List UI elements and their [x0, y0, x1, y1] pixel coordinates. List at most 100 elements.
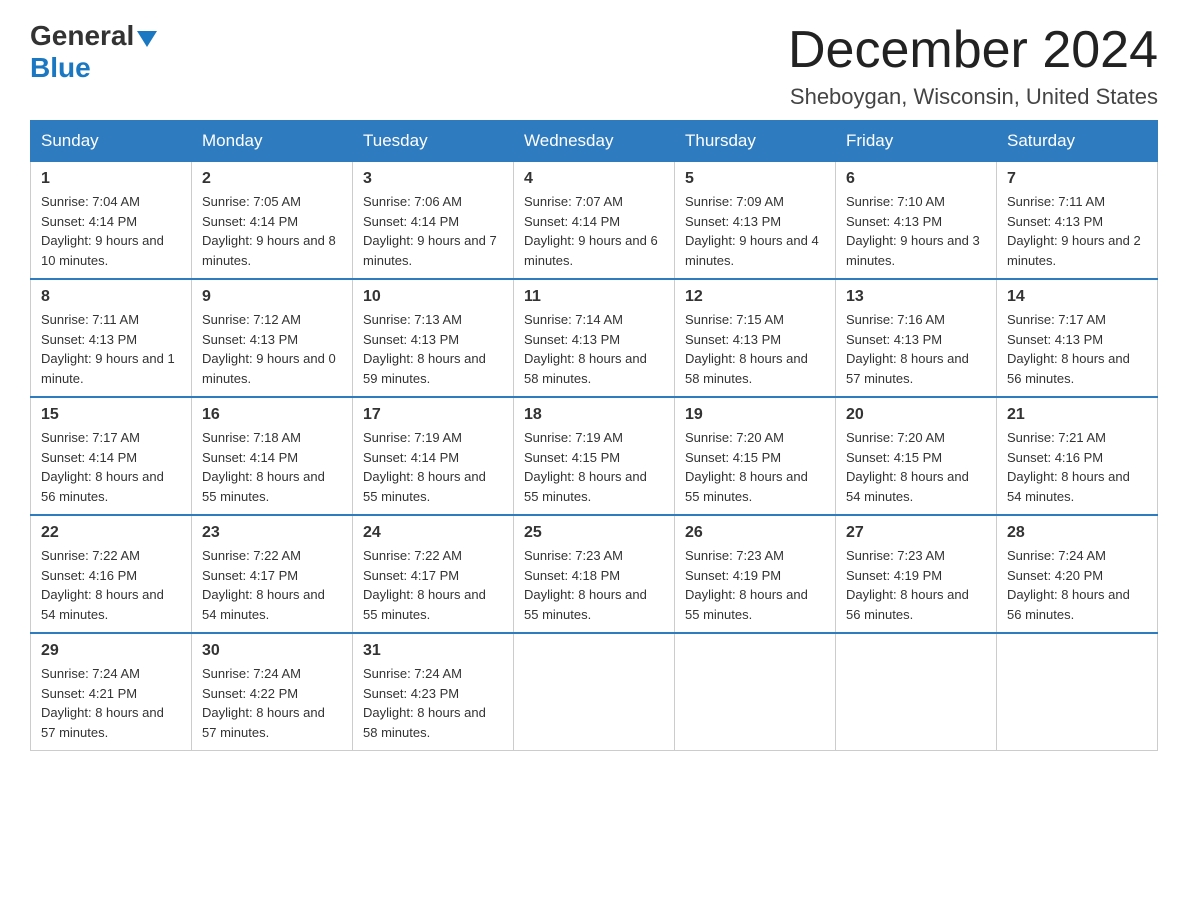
day-info: Sunrise: 7:23 AMSunset: 4:19 PMDaylight:…: [685, 546, 825, 624]
day-number: 13: [846, 288, 986, 306]
day-info: Sunrise: 7:22 AMSunset: 4:16 PMDaylight:…: [41, 546, 181, 624]
day-info: Sunrise: 7:24 AMSunset: 4:23 PMDaylight:…: [363, 664, 503, 742]
calendar-table: Sunday Monday Tuesday Wednesday Thursday…: [30, 120, 1158, 751]
header-thursday: Thursday: [675, 121, 836, 162]
day-info: Sunrise: 7:16 AMSunset: 4:13 PMDaylight:…: [846, 310, 986, 388]
calendar-cell: 22Sunrise: 7:22 AMSunset: 4:16 PMDayligh…: [31, 515, 192, 633]
calendar-cell: 31 Sunrise: 7:24 AMSunset: 4:23 PMDayligh…: [353, 633, 514, 751]
day-info: Sunrise: 7:14 AMSunset: 4:13 PMDaylight:…: [524, 310, 664, 388]
day-number: 11: [524, 288, 664, 306]
calendar-cell: 23 Sunrise: 7:22 AMSunset: 4:17 PMDayligh…: [192, 515, 353, 633]
header-row: Sunday Monday Tuesday Wednesday Thursday…: [31, 121, 1158, 162]
calendar-cell: 26 Sunrise: 7:23 AMSunset: 4:19 PMDayligh…: [675, 515, 836, 633]
day-number: 29: [41, 642, 181, 660]
calendar-week-5: 29 Sunrise: 7:24 AMSunset: 4:21 PMDayligh…: [31, 633, 1158, 751]
day-number: 30: [202, 642, 342, 660]
calendar-cell: 6Sunrise: 7:10 AMSunset: 4:13 PMDaylight…: [836, 162, 997, 280]
day-number: 23: [202, 524, 342, 542]
day-number: 27: [846, 524, 986, 542]
logo-triangle-icon: [137, 31, 157, 47]
calendar-cell: 17 Sunrise: 7:19 AMSunset: 4:14 PMDayligh…: [353, 397, 514, 515]
day-info: Sunrise: 7:23 AMSunset: 4:18 PMDaylight:…: [524, 546, 664, 624]
day-number: 2: [202, 170, 342, 188]
day-info: Sunrise: 7:09 AMSunset: 4:13 PMDaylight:…: [685, 192, 825, 270]
day-number: 9: [202, 288, 342, 306]
day-info: Sunrise: 7:10 AMSunset: 4:13 PMDaylight:…: [846, 192, 986, 270]
calendar-cell: 12 Sunrise: 7:15 AMSunset: 4:13 PMDayligh…: [675, 279, 836, 397]
day-number: 5: [685, 170, 825, 188]
day-number: 24: [363, 524, 503, 542]
day-number: 31: [363, 642, 503, 660]
title-block: December 2024 Sheboygan, Wisconsin, Unit…: [788, 20, 1158, 110]
calendar-cell: 4Sunrise: 7:07 AMSunset: 4:14 PMDaylight…: [514, 162, 675, 280]
calendar-cell: 2 Sunrise: 7:05 AMSunset: 4:14 PMDaylight…: [192, 162, 353, 280]
day-number: 20: [846, 406, 986, 424]
calendar-cell: 30 Sunrise: 7:24 AMSunset: 4:22 PMDayligh…: [192, 633, 353, 751]
calendar-cell: [675, 633, 836, 751]
day-info: Sunrise: 7:11 AMSunset: 4:13 PMDaylight:…: [1007, 192, 1147, 270]
day-info: Sunrise: 7:23 AMSunset: 4:19 PMDaylight:…: [846, 546, 986, 624]
day-info: Sunrise: 7:17 AMSunset: 4:13 PMDaylight:…: [1007, 310, 1147, 388]
day-number: 16: [202, 406, 342, 424]
day-info: Sunrise: 7:24 AMSunset: 4:21 PMDaylight:…: [41, 664, 181, 742]
page-header: General Blue December 2024 Sheboygan, Wi…: [30, 20, 1158, 110]
calendar-cell: 21Sunrise: 7:21 AMSunset: 4:16 PMDayligh…: [997, 397, 1158, 515]
day-info: Sunrise: 7:04 AMSunset: 4:14 PMDaylight:…: [41, 192, 181, 270]
calendar-header: Sunday Monday Tuesday Wednesday Thursday…: [31, 121, 1158, 162]
logo-blue-text: Blue: [30, 52, 91, 83]
day-info: Sunrise: 7:19 AMSunset: 4:14 PMDaylight:…: [363, 428, 503, 506]
day-info: Sunrise: 7:18 AMSunset: 4:14 PMDaylight:…: [202, 428, 342, 506]
day-number: 28: [1007, 524, 1147, 542]
day-number: 8: [41, 288, 181, 306]
day-info: Sunrise: 7:24 AMSunset: 4:22 PMDaylight:…: [202, 664, 342, 742]
day-number: 3: [363, 170, 503, 188]
calendar-cell: 27 Sunrise: 7:23 AMSunset: 4:19 PMDayligh…: [836, 515, 997, 633]
day-info: Sunrise: 7:19 AMSunset: 4:15 PMDaylight:…: [524, 428, 664, 506]
day-number: 15: [41, 406, 181, 424]
day-info: Sunrise: 7:20 AMSunset: 4:15 PMDaylight:…: [846, 428, 986, 506]
logo: General Blue: [30, 20, 157, 84]
calendar-cell: 14 Sunrise: 7:17 AMSunset: 4:13 PMDayligh…: [997, 279, 1158, 397]
day-number: 14: [1007, 288, 1147, 306]
day-number: 19: [685, 406, 825, 424]
header-sunday: Sunday: [31, 121, 192, 162]
calendar-title: December 2024: [788, 20, 1158, 80]
day-info: Sunrise: 7:06 AMSunset: 4:14 PMDaylight:…: [363, 192, 503, 270]
day-info: Sunrise: 7:05 AMSunset: 4:14 PMDaylight:…: [202, 192, 342, 270]
day-number: 26: [685, 524, 825, 542]
header-saturday: Saturday: [997, 121, 1158, 162]
day-info: Sunrise: 7:21 AMSunset: 4:16 PMDaylight:…: [1007, 428, 1147, 506]
day-info: Sunrise: 7:12 AMSunset: 4:13 PMDaylight:…: [202, 310, 342, 388]
day-info: Sunrise: 7:22 AMSunset: 4:17 PMDaylight:…: [202, 546, 342, 624]
calendar-cell: 13 Sunrise: 7:16 AMSunset: 4:13 PMDayligh…: [836, 279, 997, 397]
calendar-cell: 24 Sunrise: 7:22 AMSunset: 4:17 PMDayligh…: [353, 515, 514, 633]
calendar-subtitle: Sheboygan, Wisconsin, United States: [788, 84, 1158, 110]
day-info: Sunrise: 7:11 AMSunset: 4:13 PMDaylight:…: [41, 310, 181, 388]
day-number: 25: [524, 524, 664, 542]
calendar-cell: 20 Sunrise: 7:20 AMSunset: 4:15 PMDayligh…: [836, 397, 997, 515]
day-info: Sunrise: 7:20 AMSunset: 4:15 PMDaylight:…: [685, 428, 825, 506]
day-info: Sunrise: 7:22 AMSunset: 4:17 PMDaylight:…: [363, 546, 503, 624]
day-info: Sunrise: 7:15 AMSunset: 4:13 PMDaylight:…: [685, 310, 825, 388]
calendar-cell: 9 Sunrise: 7:12 AMSunset: 4:13 PMDaylight…: [192, 279, 353, 397]
calendar-cell: 15 Sunrise: 7:17 AMSunset: 4:14 PMDayligh…: [31, 397, 192, 515]
header-wednesday: Wednesday: [514, 121, 675, 162]
day-number: 17: [363, 406, 503, 424]
day-number: 12: [685, 288, 825, 306]
day-number: 10: [363, 288, 503, 306]
day-info: Sunrise: 7:24 AMSunset: 4:20 PMDaylight:…: [1007, 546, 1147, 624]
calendar-week-2: 8 Sunrise: 7:11 AMSunset: 4:13 PMDaylight…: [31, 279, 1158, 397]
day-info: Sunrise: 7:13 AMSunset: 4:13 PMDaylight:…: [363, 310, 503, 388]
day-number: 1: [41, 170, 181, 188]
day-number: 7: [1007, 170, 1147, 188]
day-info: Sunrise: 7:17 AMSunset: 4:14 PMDaylight:…: [41, 428, 181, 506]
header-monday: Monday: [192, 121, 353, 162]
calendar-week-4: 22Sunrise: 7:22 AMSunset: 4:16 PMDayligh…: [31, 515, 1158, 633]
header-tuesday: Tuesday: [353, 121, 514, 162]
calendar-week-1: 1 Sunrise: 7:04 AMSunset: 4:14 PMDaylight…: [31, 162, 1158, 280]
calendar-cell: 5 Sunrise: 7:09 AMSunset: 4:13 PMDaylight…: [675, 162, 836, 280]
calendar-cell: 25 Sunrise: 7:23 AMSunset: 4:18 PMDayligh…: [514, 515, 675, 633]
calendar-cell: 10 Sunrise: 7:13 AMSunset: 4:13 PMDayligh…: [353, 279, 514, 397]
day-info: Sunrise: 7:07 AMSunset: 4:14 PMDaylight:…: [524, 192, 664, 270]
calendar-cell: 28 Sunrise: 7:24 AMSunset: 4:20 PMDayligh…: [997, 515, 1158, 633]
